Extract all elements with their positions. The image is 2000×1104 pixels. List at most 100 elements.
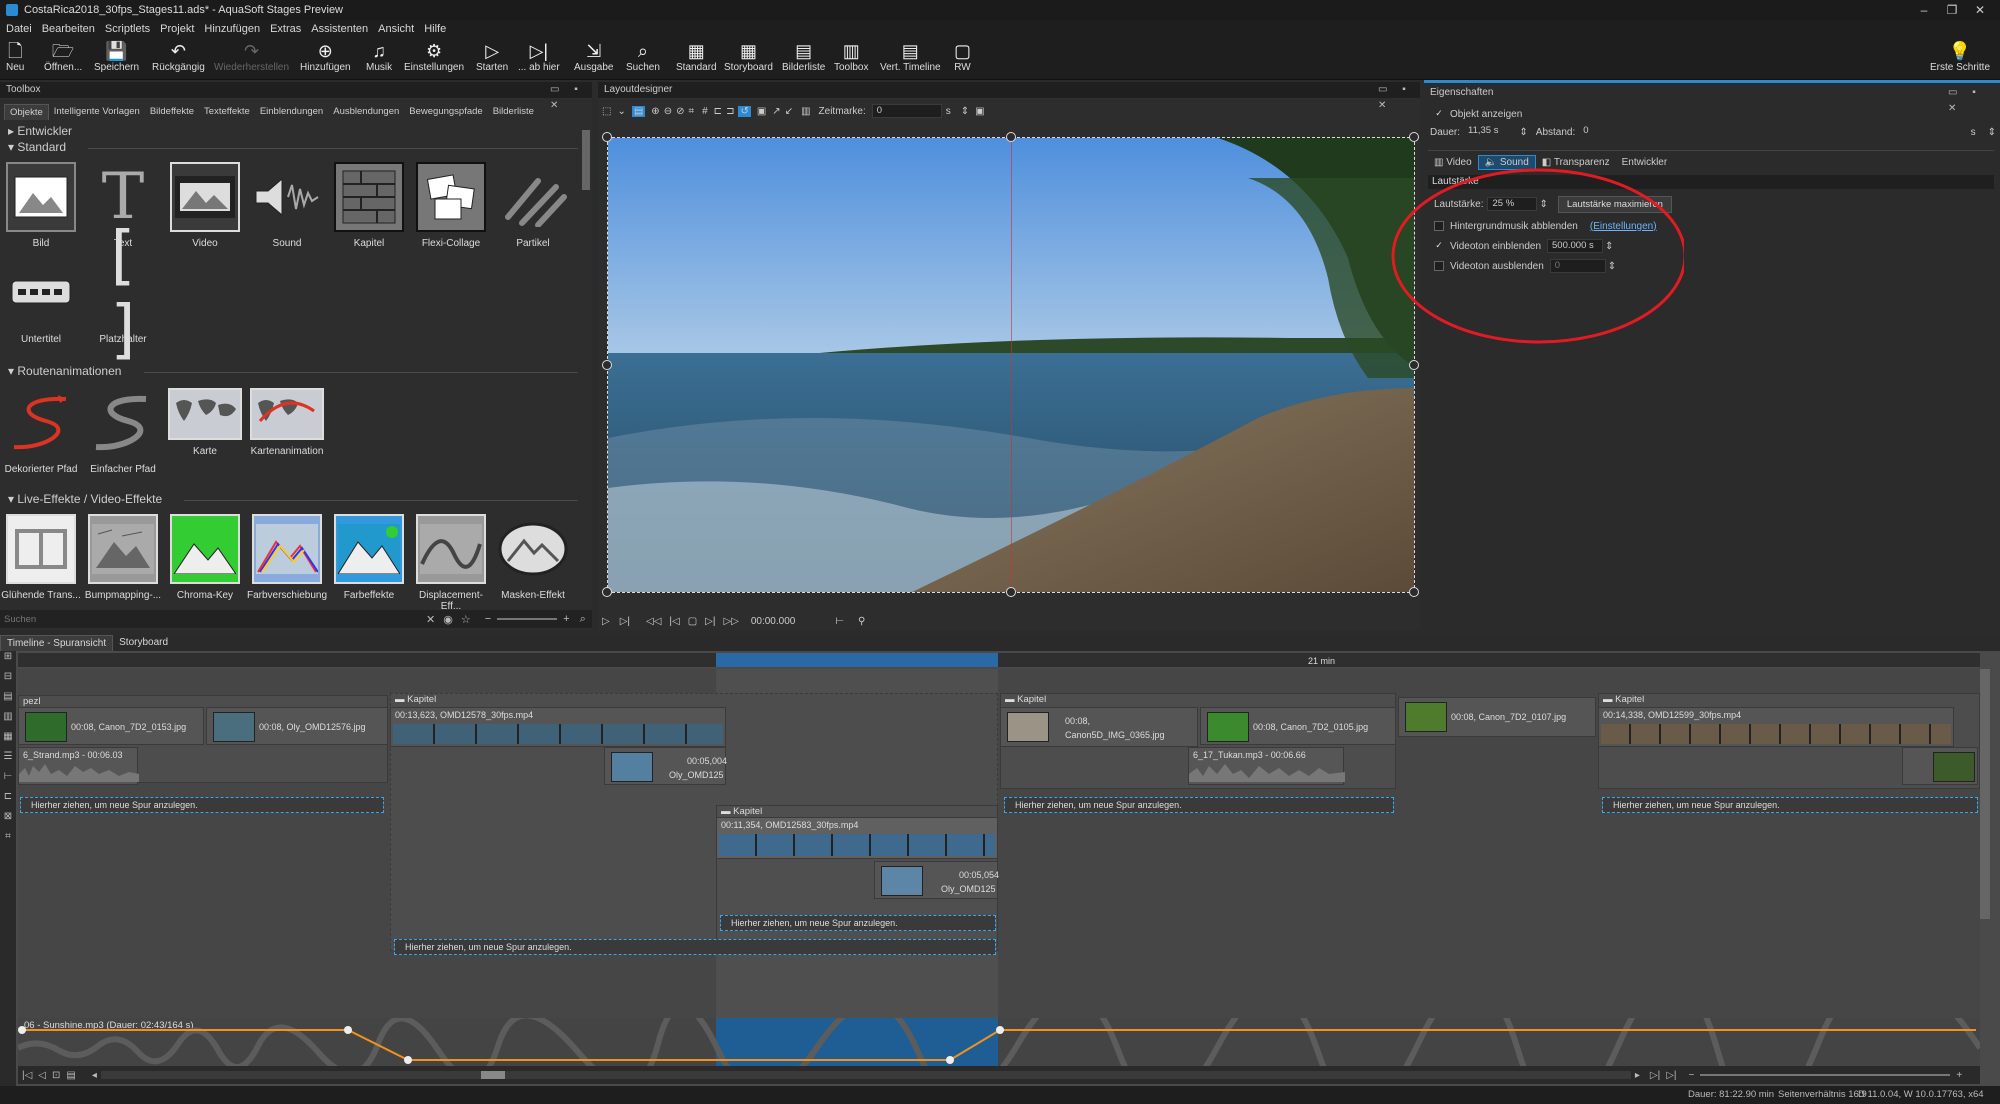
prev-frame-icon[interactable]: |◁ [669,616,679,627]
fit-icon[interactable]: ⊠ [0,811,16,831]
resize-handle[interactable] [1409,587,1419,597]
storyboard-button[interactable]: ▦ Storyboard [724,40,773,78]
stepper-icon[interactable]: ⇕ [961,106,969,117]
marker-tool-icon[interactable]: ⊢ [0,771,16,791]
path-add-icon[interactable]: ↗ [772,106,780,117]
effect-bumpmapping[interactable]: Bumpmapping-... [82,514,164,601]
audio-scrub-icon[interactable]: ⚲ [858,616,865,627]
clip-omd12583[interactable]: 00:11,354, OMD12583_30fps.mp4 [716,817,998,859]
zoom-out-icon[interactable]: − [1689,1070,1695,1081]
clip-canon5d-0365[interactable]: 00:08, Canon5D_IMG_0365.jpg [1000,707,1198,747]
menu-extras[interactable]: Extras [270,23,301,35]
zoom-out-icon[interactable]: ⊖ [664,106,672,117]
panel-controls[interactable]: ▭ ▪ ✕ [550,82,592,114]
clip-canon-0107[interactable]: 00:08, Canon_7D2_0107.jpg [1398,697,1596,737]
magnifier-icon[interactable]: ⌕ [580,613,586,626]
tool-einfacher-pfad[interactable]: Einfacher Pfad [82,388,164,475]
start-button[interactable]: ▷ Starten [476,40,508,78]
redo-button[interactable]: ↷ Wiederherstellen [214,40,289,78]
zoom-fit-icon[interactable]: ⊘ [676,106,684,117]
show-object-checkbox[interactable]: ✓ [1434,109,1444,119]
motion-path-icon[interactable]: ↺ [738,105,751,117]
section-entwickler[interactable]: ▸ Entwickler [8,124,72,138]
dropzone[interactable]: Hierher ziehen, um neue Spur anzulegen. [1602,797,1978,813]
prev-icon[interactable]: ◁ [38,1070,46,1081]
size-slider[interactable] [497,618,558,620]
panel-controls[interactable]: ▭ ▪ ✕ [1948,85,2000,117]
align-right-icon[interactable]: ⊐ [726,106,734,117]
tab-bildeffekte[interactable]: Bildeffekte [145,104,199,120]
timeline-ruler[interactable]: 21 min [18,653,1980,667]
preview-image[interactable] [607,137,1415,593]
export-button[interactable]: ⇲ Ausgabe [574,40,613,78]
play-from-here-icon[interactable]: ▷| [620,616,630,627]
camera-icon[interactable]: ▣ [757,106,766,117]
tab-objekte[interactable]: Objekte [4,104,49,120]
tab-bilderliste[interactable]: Bilderliste [488,104,539,120]
zoom-in-icon[interactable]: + [563,613,569,625]
menu-hinzufuegen[interactable]: Hinzufügen [204,23,260,35]
toolbox-scrollbar[interactable] [582,130,590,190]
dauer-input[interactable]: 11,35 s [1464,125,1519,139]
save-icon[interactable]: ▣ [975,106,984,117]
zoom-out-icon[interactable]: − [485,613,491,625]
maximize-button[interactable]: ❐ [1940,2,1964,18]
menu-assistenten[interactable]: Assistenten [311,23,368,35]
clip-canon-0153[interactable]: 00:08, Canon_7D2_0153.jpg [18,707,204,745]
section-standard[interactable]: ▾ Standard [8,140,578,154]
stepper-icon[interactable]: ⇕ [1519,127,1527,138]
tool-flexi-collage[interactable]: Flexi-Collage [410,162,492,249]
tab-storyboard[interactable]: Storyboard [113,635,174,651]
align-left-icon[interactable]: ⊏ [714,106,722,117]
tool-sound[interactable]: Sound [246,162,328,249]
audio-clip-tukan[interactable]: 6_17_Tukan.mp3 - 00:06.66 [1188,747,1345,785]
vertical-timeline-button[interactable]: ▤ Vert. Timeline [880,40,941,78]
path-edit-icon[interactable]: ↙ [785,106,793,117]
horizontal-scrollbar[interactable] [100,1071,1631,1079]
menu-datei[interactable]: Datei [6,23,32,35]
dropzone[interactable]: Hierher ziehen, um neue Spur anzulegen. [394,939,996,955]
search-button[interactable]: ⌕ Suchen [626,40,660,78]
effect-gluehende-trans[interactable]: Glühende Trans... [0,514,82,601]
track-tool-icon[interactable]: ⊞ [0,651,16,671]
go-start-icon[interactable]: |◁ [22,1070,32,1081]
magnet-icon[interactable]: ⊏ [0,791,16,811]
effect-farbverschiebung[interactable]: Farbverschiebung [246,514,328,601]
next-frame-icon[interactable]: ▷| [705,616,715,627]
tool-karte[interactable]: Karte [164,388,246,457]
tool-dekorierter-pfad[interactable]: Dekorierter Pfad [0,388,82,475]
dropzone[interactable]: Hierher ziehen, um neue Spur anzulegen. [1004,797,1394,813]
eye-icon[interactable]: ◉ [443,613,453,626]
resize-handle[interactable] [1006,132,1016,142]
resize-handle[interactable] [1006,587,1016,597]
play-from-here-button[interactable]: ▷|... ab hier [518,40,560,78]
tool-kartenanimation[interactable]: Kartenanimation [246,388,328,457]
timeline-vertical-scrollbar[interactable] [1980,669,1990,919]
zoom-in-icon[interactable]: + [1956,1070,1962,1081]
zeitmarke-input[interactable]: 0 [871,104,942,118]
add-button[interactable]: ⊕ Hinzufügen [300,40,351,78]
split-icon[interactable]: ▦ [0,731,16,751]
zoom-icon[interactable]: ⊕ [651,106,659,117]
save-button[interactable]: 💾 Speichern [94,40,139,78]
clip-figure[interactable] [1902,747,1978,785]
clip-omd12599[interactable]: 00:14,338, OMD12599_30fps.mp4 [1598,707,1954,747]
zoom-timeline-icon[interactable]: ▤ [66,1070,75,1081]
audio-clip-strand[interactable]: 6_Strand.mp3 - 00:06.03 [18,747,139,785]
tool-partikel[interactable]: Partikel [492,162,574,249]
clip-omd12578[interactable]: 00:13,623, OMD12578_30fps.mp4 [390,707,726,747]
settings-button[interactable]: ⚙ Einstellungen [404,40,464,78]
standard-button[interactable]: ▦ Standard [676,40,717,78]
abstand-input[interactable]: 0 [1579,125,1970,139]
layer-icon[interactable]: ▥ [801,106,810,117]
close-button[interactable]: ✕ [1968,2,1992,18]
tab-einblendungen[interactable]: Einblendungen [255,104,328,120]
first-steps-button[interactable]: 💡 Erste Schritte [1930,40,1990,78]
show-object-row[interactable]: ✓ Objekt anzeigen [1434,105,1522,123]
tool-untertitel[interactable]: Untertitel [0,258,82,345]
rewind-icon[interactable]: ◁◁ [646,616,661,627]
tab-texteffekte[interactable]: Texteffekte [199,104,255,120]
scrollbar-thumb[interactable] [480,1071,505,1079]
tool-platzhalter[interactable]: [ ] Platzhalter [82,219,164,367]
toolbox-search-input[interactable] [0,612,420,626]
